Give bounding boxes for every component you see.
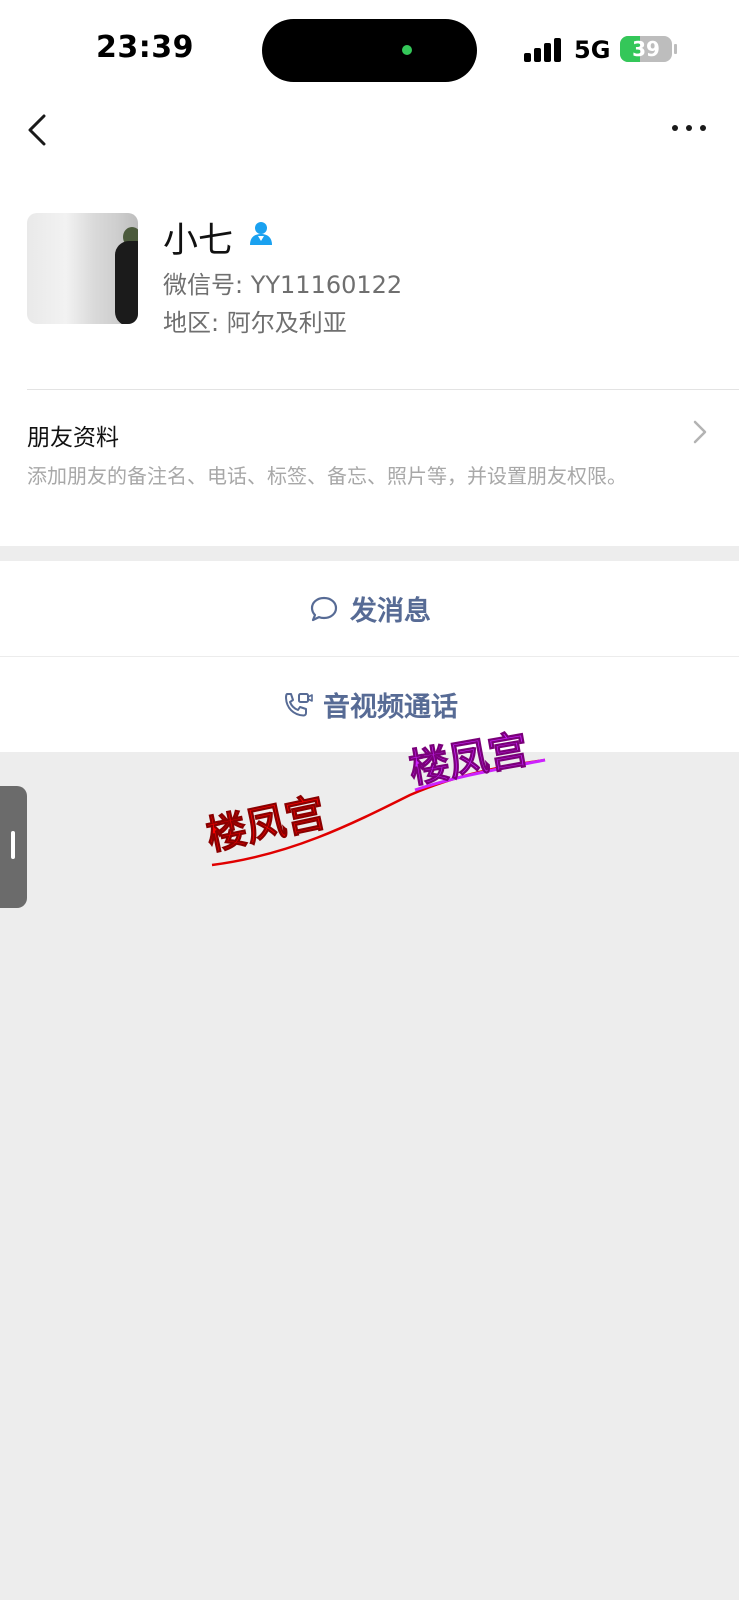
avatar-figure [115,241,138,324]
camera-indicator-dot [402,45,412,55]
more-button[interactable] [672,120,708,136]
more-dots-icon [672,125,678,131]
chevron-left-icon [28,114,46,146]
chat-bubble-icon [310,596,338,621]
contact-name: 小七 [163,221,234,261]
watermark-text-purple: 楼凤宫 [406,727,532,793]
send-message-content: 发消息 [0,561,739,656]
contact-person-icon [250,222,272,245]
floating-side-handle[interactable] [0,786,27,908]
more-dot [700,125,706,131]
more-dot [686,125,692,131]
profile-screen: 23:39 5G 39 小七 微信号: YY11160122 地区: 阿尔及利亚… [0,0,739,1600]
battery-level: 39 [632,37,660,61]
watermark-text-red: 楼凤宫 [203,790,330,860]
network-type: 5G [574,36,611,64]
send-message-button[interactable]: 发消息 [0,561,739,656]
friend-info-title[interactable]: 朋友资料 [27,418,119,452]
back-button[interactable] [24,110,54,150]
wechat-id: 微信号: YY11160122 [163,271,403,299]
region: 地区: 阿尔及利亚 [163,309,347,337]
send-message-label: 发消息 [350,596,431,627]
watermark: 楼凤宫 楼凤宫 [202,726,546,867]
avatar[interactable] [27,213,138,324]
battery-charging-icon: 39 [620,36,672,62]
signal-icon [524,38,564,62]
status-time: 23:39 [96,30,194,65]
dynamic-island [262,19,477,82]
grip-icon [11,831,15,859]
battery-cap [674,44,677,54]
chevron-right-icon[interactable] [690,418,710,446]
divider [27,389,739,390]
friend-info-description: 添加朋友的备注名、电话、标签、备忘、照片等，并设置朋友权限。 [27,464,627,488]
